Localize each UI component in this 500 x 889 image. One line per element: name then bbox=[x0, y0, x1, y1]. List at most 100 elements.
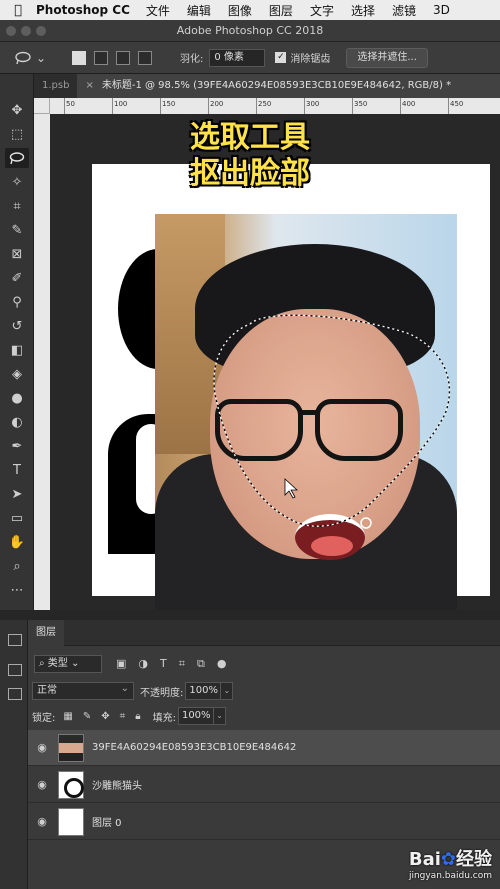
add-selection-button[interactable] bbox=[94, 50, 108, 65]
zoom-window-button[interactable] bbox=[36, 26, 46, 36]
visibility-eye-icon[interactable]: ◉ bbox=[28, 815, 56, 828]
dodge-icon[interactable]: ◐ bbox=[5, 412, 29, 432]
feather-input[interactable]: 0 像素 bbox=[209, 48, 266, 67]
magic-wand-icon[interactable]: ✧ bbox=[5, 172, 29, 192]
marquee-icon[interactable]: ⬚ bbox=[5, 124, 29, 144]
ruler-tick bbox=[352, 98, 353, 114]
fill-label: 填充: bbox=[152, 712, 176, 724]
brush-icon[interactable]: ✐ bbox=[5, 268, 29, 288]
menu-3d[interactable]: 3D bbox=[433, 3, 450, 17]
fill-dropdown-icon[interactable]: ⌄ bbox=[213, 707, 226, 725]
ruler-tick bbox=[304, 98, 305, 114]
lasso-icon[interactable] bbox=[5, 148, 29, 168]
tab-layers[interactable]: 图层 bbox=[28, 620, 64, 646]
layer-name[interactable]: 39FE4A60294E08593E3CB10E9E484642 bbox=[92, 742, 296, 753]
menu-bar:  Photoshop CC 文件 编辑 图像 图层 文字 选择 滤镜 3D bbox=[0, 0, 500, 20]
adjustment-filter-icon[interactable]: ◑ bbox=[138, 657, 148, 671]
opacity-dropdown-icon[interactable]: ⌄ bbox=[221, 682, 234, 700]
eraser-icon[interactable]: ◧ bbox=[5, 340, 29, 360]
lock-transparency-icon[interactable]: ▦ bbox=[63, 711, 72, 722]
pointer-cursor-icon bbox=[284, 478, 299, 499]
menu-image[interactable]: 图像 bbox=[228, 2, 252, 19]
overlay-caption: 选取工具 抠出脸部 bbox=[165, 120, 335, 192]
menu-select[interactable]: 选择 bbox=[351, 2, 375, 19]
type-filter-icon[interactable]: T bbox=[160, 657, 167, 671]
ruler-origin[interactable] bbox=[34, 98, 50, 114]
vertical-ruler[interactable] bbox=[34, 114, 50, 610]
apple-icon[interactable]:  bbox=[0, 3, 36, 18]
paths-panel-icon[interactable] bbox=[8, 688, 22, 700]
lock-icons: ▦ ✎ ✥ ⌗ 🔒︎ bbox=[63, 711, 140, 722]
type-icon[interactable]: T bbox=[5, 460, 29, 480]
blend-mode-select[interactable]: 正常 bbox=[32, 681, 134, 700]
ruler-tick-label: 200 bbox=[210, 100, 224, 108]
checkmark-icon: ✓ bbox=[275, 52, 287, 63]
close-window-button[interactable] bbox=[6, 26, 16, 36]
tool-preset-picker[interactable]: ⌄ bbox=[14, 47, 62, 69]
layer-filter-select[interactable]: ⌕ 类型 ⌄ bbox=[34, 655, 102, 673]
minimize-window-button[interactable] bbox=[21, 26, 31, 36]
menu-edit[interactable]: 编辑 bbox=[187, 2, 211, 19]
pen-icon[interactable]: ✒ bbox=[5, 436, 29, 456]
watermark: Bai✿经验 jingyan.baidu.com bbox=[409, 845, 492, 881]
hand-icon[interactable]: ✋ bbox=[5, 532, 29, 552]
frame-icon[interactable]: ⊠ bbox=[5, 244, 29, 264]
ruler-tick-label: 400 bbox=[402, 100, 416, 108]
image-filter-icon[interactable]: ▣ bbox=[116, 657, 126, 671]
canvas-workspace[interactable]: 选取工具 抠出脸部 bbox=[50, 114, 500, 610]
stamp-icon[interactable]: ⚲ bbox=[5, 292, 29, 312]
channels-panel-icon[interactable] bbox=[8, 664, 22, 676]
move-icon[interactable]: ✥ bbox=[5, 100, 29, 120]
menu-type[interactable]: 文字 bbox=[310, 2, 334, 19]
layers-panel-icon[interactable] bbox=[8, 634, 22, 646]
ruler-tick bbox=[160, 98, 161, 114]
layer-name[interactable]: 图层 0 bbox=[92, 814, 122, 829]
menu-app-name[interactable]: Photoshop CC bbox=[36, 3, 130, 17]
shape-filter-icon[interactable]: ⌗ bbox=[179, 657, 185, 671]
paw-icon: ✿ bbox=[440, 849, 456, 870]
menu-filter[interactable]: 滤镜 bbox=[392, 2, 416, 19]
lock-artboard-icon[interactable]: ⌗ bbox=[120, 711, 126, 722]
intersect-selection-button[interactable] bbox=[138, 50, 152, 65]
lock-pixels-icon[interactable]: ✎ bbox=[83, 711, 91, 722]
history-brush-icon[interactable]: ↺ bbox=[5, 316, 29, 336]
crop-icon[interactable]: ⌗ bbox=[5, 196, 29, 216]
fill-input[interactable]: 100% bbox=[177, 707, 214, 725]
lock-position-icon[interactable]: ✥ bbox=[101, 711, 109, 722]
eyedropper-icon[interactable]: ✎ bbox=[5, 220, 29, 240]
rectangle-icon[interactable]: ▭ bbox=[5, 508, 29, 528]
close-tab-icon[interactable]: × bbox=[85, 80, 93, 91]
window-controls[interactable] bbox=[6, 26, 46, 36]
filter-toggle-icon[interactable]: ● bbox=[217, 657, 227, 671]
opacity-input[interactable]: 100% bbox=[185, 682, 222, 700]
menu-file[interactable]: 文件 bbox=[146, 2, 170, 19]
lock-all-icon[interactable]: 🔒︎ bbox=[135, 711, 140, 722]
subtract-selection-button[interactable] bbox=[116, 50, 130, 65]
layer-row-panda[interactable]: ◉ 沙雕熊猫头 bbox=[28, 767, 500, 803]
horizontal-ruler[interactable]: 50 100 150 200 250 300 350 400 450 bbox=[50, 98, 500, 114]
blur-icon[interactable]: ● bbox=[5, 388, 29, 408]
layer-row-photo[interactable]: ◉ 39FE4A60294E08593E3CB10E9E484642 bbox=[28, 730, 500, 766]
visibility-eye-icon[interactable]: ◉ bbox=[28, 741, 56, 754]
tab-1-psb[interactable]: 1.psb bbox=[34, 74, 77, 98]
ruler-tick-label: 350 bbox=[354, 100, 368, 108]
antialias-checkbox[interactable]: ✓ 消除锯齿 bbox=[275, 50, 330, 65]
tools-panel: ✥ ⬚ ✧ ⌗ ✎ ⊠ ✐ ⚲ ↺ ◧ ◈ ● ◐ ✒ T ➤ ▭ ✋ ⌕ ⋯ bbox=[0, 74, 34, 644]
panel-divider[interactable] bbox=[0, 610, 500, 620]
more-icon[interactable]: ⋯ bbox=[5, 580, 29, 600]
select-and-mask-button[interactable]: 选择并遮住... bbox=[346, 47, 428, 68]
menu-layer[interactable]: 图层 bbox=[269, 2, 293, 19]
layer-name[interactable]: 沙雕熊猫头 bbox=[92, 777, 142, 792]
path-select-icon[interactable]: ➤ bbox=[5, 484, 29, 504]
tab-untitled-1[interactable]: × 未标题-1 @ 98.5% (39FE4A60294E08593E3CB10E… bbox=[77, 74, 500, 98]
layer-thumbnail bbox=[58, 733, 84, 762]
watermark-brand-2: 经验 bbox=[456, 849, 492, 870]
layer-row-background[interactable]: ◉ 图层 0 bbox=[28, 804, 500, 840]
layer-thumbnail bbox=[58, 770, 84, 799]
paint-bucket-icon[interactable]: ◈ bbox=[5, 364, 29, 384]
zoom-icon[interactable]: ⌕ bbox=[5, 556, 29, 576]
smart-object-filter-icon[interactable]: ⧉ bbox=[197, 657, 205, 671]
visibility-eye-icon[interactable]: ◉ bbox=[28, 778, 56, 791]
ruler-tick-label: 450 bbox=[450, 100, 464, 108]
new-selection-button[interactable] bbox=[72, 50, 86, 65]
